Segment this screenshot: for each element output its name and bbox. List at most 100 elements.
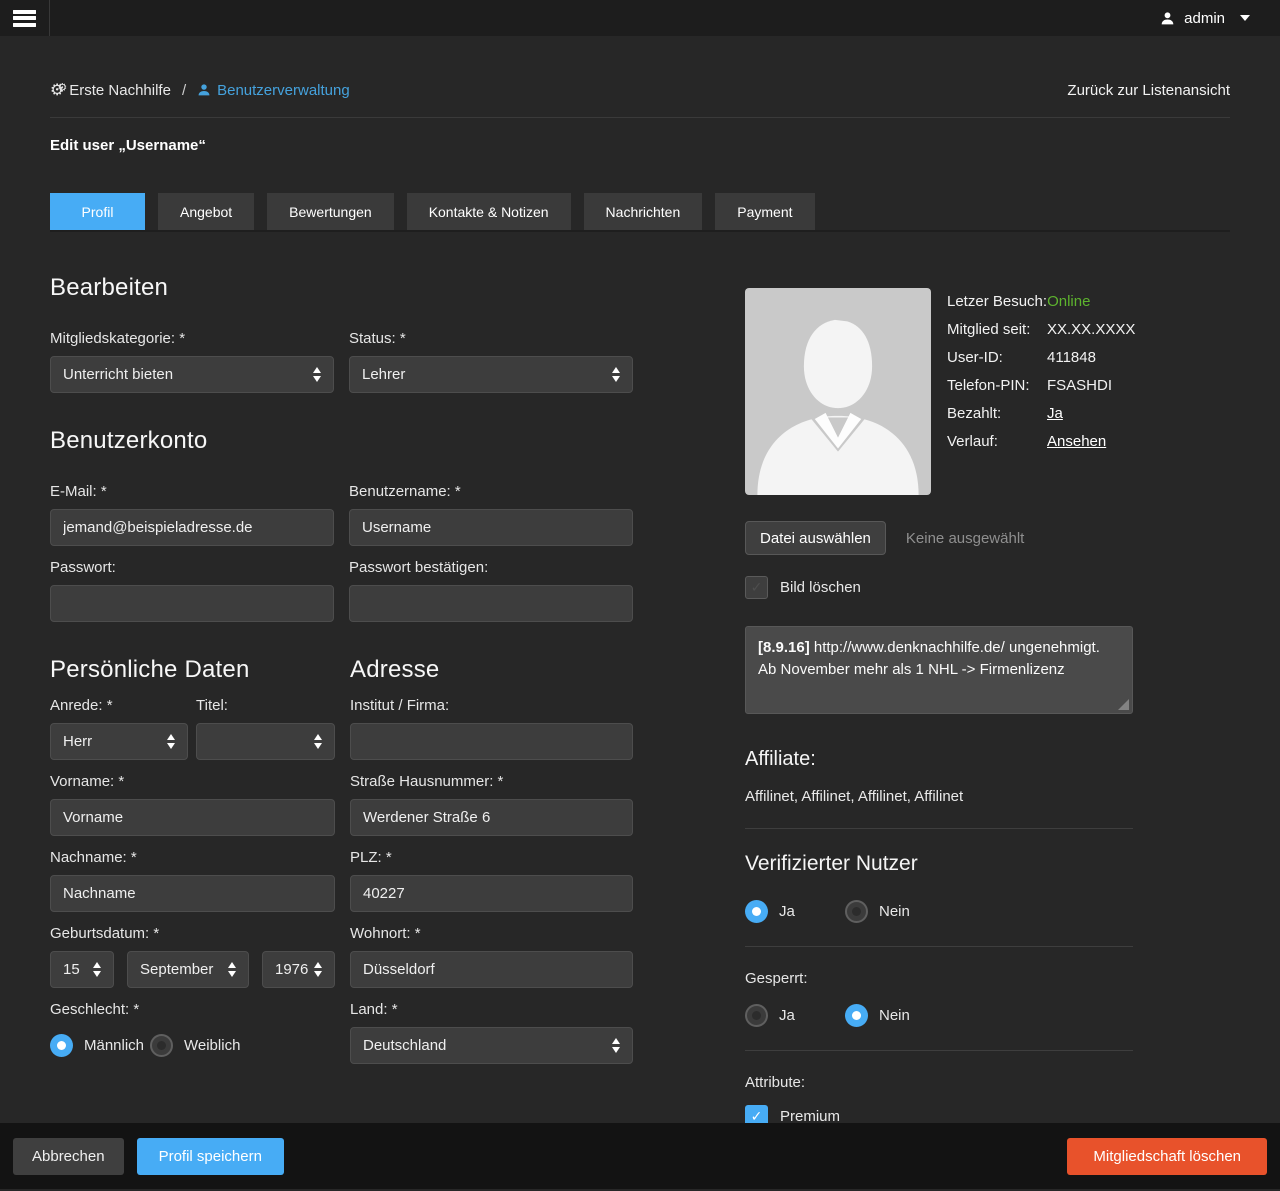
plz-label: PLZ: * [350,849,392,866]
radio-maennlich[interactable]: Männlich [50,1034,150,1057]
passwort-bestaetigen-input[interactable] [349,585,633,622]
select-value: Deutschland [363,1037,447,1054]
plz-input[interactable] [350,875,633,912]
strasse-input[interactable] [350,799,633,836]
info-label: Verlauf: [947,433,998,450]
institut-input[interactable] [350,723,633,760]
field-anrede: Anrede: * Herr [50,697,188,760]
land-select[interactable]: Deutschland [350,1027,633,1064]
gesperrt-heading: Gesperrt: [745,970,808,987]
section-heading-persoenliche-daten: Persönliche Daten [50,656,250,683]
titel-select[interactable] [196,723,335,760]
tab-payment[interactable]: Payment [715,193,815,230]
breadcrumb-app[interactable]: Erste Nachhilfe [69,82,171,99]
select-arrows-icon [93,962,101,977]
select-value: September [140,961,214,978]
field-email: E-Mail: * [50,483,334,546]
status-label: Status: * [349,330,406,347]
save-profile-button[interactable]: Profil speichern [136,1137,284,1175]
vorname-input[interactable] [50,799,335,836]
geburtstag-select[interactable]: 15 [50,951,114,988]
avatar-placeholder-image [745,288,931,495]
back-to-list-link[interactable]: Zurück zur Listenansicht [1067,82,1230,99]
info-row-letzter-besuch: Letzer Besuch: Online [947,292,1135,312]
section-heading-benutzerkonto: Benutzerkonto [50,427,208,454]
passwort-input[interactable] [50,585,334,622]
wohnort-input[interactable] [350,951,633,988]
caret-down-icon [1240,15,1250,21]
radio-label: Nein [879,1007,910,1024]
select-value: 1976 [275,961,309,978]
wohnort-label: Wohnort: * [350,925,421,942]
hamburger-icon [13,7,36,29]
person-icon [198,84,210,96]
file-upload-button[interactable]: Datei auswählen [745,521,886,555]
field-passwort-bestaetigen: Passwort bestätigen: [349,559,633,622]
benutzername-input[interactable] [349,509,633,546]
gears-icon: ⚙⚙ [50,82,67,99]
info-value: FSASHDI [1047,377,1113,394]
breadcrumb-section-link[interactable]: Benutzerverwaltung [197,82,350,99]
tab-bewertungen[interactable]: Bewertungen [267,193,394,230]
verlauf-ansehen-link[interactable]: Ansehen [1047,432,1106,452]
tab-angebot[interactable]: Angebot [158,193,255,230]
tab-profil[interactable]: Profil [50,193,145,230]
field-titel: Titel: [196,697,335,760]
radio-label: Nein [879,903,910,920]
passwort-label: Passwort: [50,559,116,576]
gesperrt-radio-nein[interactable]: Nein [845,1004,945,1027]
benutzername-label: Benutzername: * [349,483,461,500]
verified-radio-nein[interactable]: Nein [845,900,945,923]
info-label: Bezahlt: [947,405,1002,422]
note-line-2: Ab November mehr als 1 NHL -> Firmenlize… [758,660,1065,678]
radio-label: Ja [779,1007,795,1024]
verified-radio-ja[interactable]: Ja [745,900,845,923]
delete-membership-button[interactable]: Mitgliedschaft löschen [1067,1137,1267,1175]
passwort-bestaetigen-label: Passwort bestätigen: [349,559,489,576]
menu-button[interactable] [0,0,50,36]
field-institut: Institut / Firma: [350,697,633,760]
info-label: Letzer Besuch: [947,293,1048,310]
info-row-bezahlt: Bezahlt: Ja [947,404,1135,424]
nachname-input[interactable] [50,875,335,912]
note-line-1: [8.9.16] http://www.denknachhilfe.de/ un… [758,637,1120,659]
info-row-verlauf: Verlauf: Ansehen [947,432,1135,452]
divider [745,828,1133,829]
bezahlt-link[interactable]: Ja [1047,404,1063,424]
divider [745,1050,1133,1051]
top-bar: admin [0,0,1280,36]
radio-unselected-icon [845,900,868,923]
user-menu[interactable]: admin [1160,10,1280,27]
breadcrumb: ⚙⚙ Erste Nachhilfe / Benutzerverwaltung … [50,36,1230,118]
tab-nachrichten[interactable]: Nachrichten [583,193,703,230]
attribute-heading: Attribute: [745,1074,806,1091]
titel-label: Titel: [196,697,228,714]
anrede-select[interactable]: Herr [50,723,188,760]
select-value: 15 [63,961,80,978]
bild-loeschen-checkbox-row[interactable]: ✓ Bild löschen [745,576,1133,599]
tab-kontakte-notizen[interactable]: Kontakte & Notizen [406,193,571,230]
email-label: E-Mail: * [50,483,107,500]
radio-unselected-icon [745,1004,768,1027]
radio-weiblich[interactable]: Weiblich [150,1034,250,1057]
page-title: Edit user „Username“ [50,137,206,154]
user-info-list: Letzer Besuch: Online Mitglied seit: XX.… [947,288,1135,495]
tab-bar: Profil Angebot Bewertungen Kontakte & No… [50,193,1230,232]
select-arrows-icon [167,734,175,749]
mitgliedskategorie-select[interactable]: Unterricht bieten [50,356,334,393]
resize-handle[interactable] [1118,699,1129,710]
field-wohnort: Wohnort: * [350,925,633,988]
geburtsmonat-select[interactable]: September [127,951,249,988]
email-input[interactable] [50,509,334,546]
affiliate-heading: Affiliate: [745,748,816,770]
radio-selected-icon [845,1004,868,1027]
cancel-button[interactable]: Abbrechen [13,1137,124,1175]
info-label: Telefon-PIN: [947,377,1030,394]
geburtsjahr-select[interactable]: 1976 [262,951,335,988]
radio-label: Ja [779,903,795,920]
admin-notes-textarea[interactable]: [8.9.16] http://www.denknachhilfe.de/ un… [745,626,1133,714]
section-heading-bearbeiten: Bearbeiten [50,274,169,301]
gesperrt-radio-ja[interactable]: Ja [745,1004,845,1027]
status-select[interactable]: Lehrer [349,356,633,393]
select-arrows-icon [314,962,322,977]
